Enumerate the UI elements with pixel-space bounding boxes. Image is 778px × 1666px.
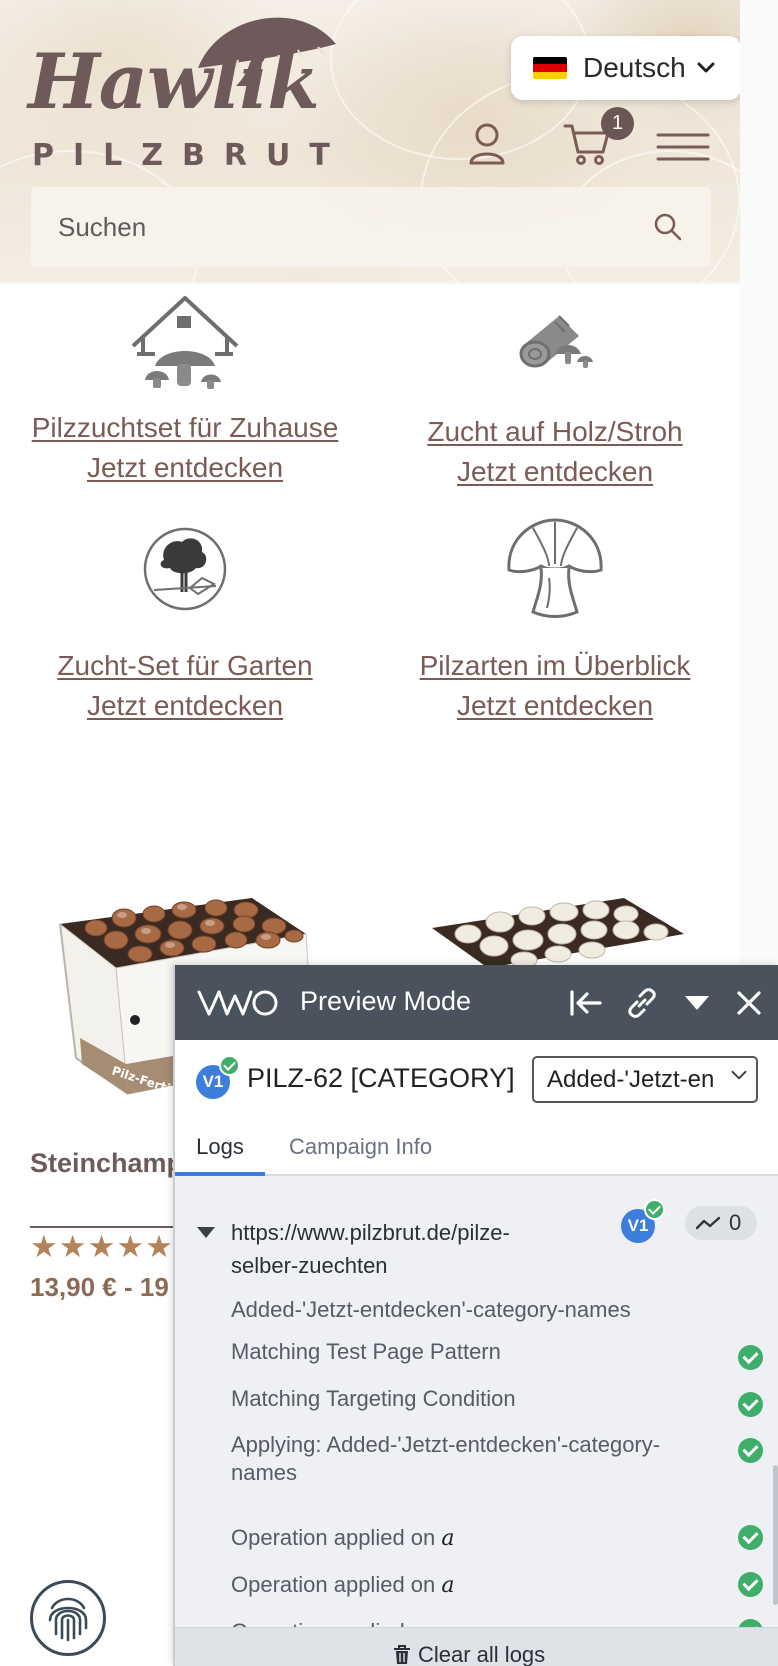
fingerprint-icon: [48, 1597, 88, 1642]
tab-campaign-info[interactable]: Campaign Info: [289, 1124, 432, 1176]
log-entry: Matching Targeting Condition: [231, 1385, 701, 1413]
search-input[interactable]: [31, 187, 631, 267]
menu-icon[interactable]: [656, 132, 710, 162]
variation-select-value: Added-'Jetzt-en: [547, 1066, 715, 1093]
user-icon[interactable]: [468, 123, 506, 165]
log-entry-text: Operation applied on: [231, 1572, 442, 1597]
cart-count-badge: 1: [601, 107, 634, 140]
language-selector[interactable]: Deutsch: [511, 36, 740, 100]
close-icon: [737, 991, 761, 1015]
category-wood-straw: Zucht auf Holz/Stroh Jetzt entdecken: [370, 310, 740, 492]
garden-tree-icon: [143, 527, 227, 611]
log-variation-name: Added-'Jetzt-entdecken'-category-names: [231, 1297, 631, 1322]
vwo-preview-panel: Preview Mode V1 PILZ-62 [CATEGORY] … Add…: [173, 965, 778, 1666]
variation-badge-label: V1: [202, 1072, 224, 1091]
product-title[interactable]: Steinchamp: [30, 1148, 183, 1179]
logo-wordmark: Hawlik: [28, 37, 320, 126]
search-icon[interactable]: [653, 212, 683, 242]
chevron-down-icon: [697, 62, 715, 73]
category-link-home-set[interactable]: Pilzzuchtset für Zuhause: [0, 408, 370, 448]
vwo-tabs: Logs Campaign Info: [175, 1124, 778, 1176]
log-entry-text: Matching Targeting Condition: [231, 1386, 516, 1411]
log-page-url: https://www.pilzbrut.de/pilze-selber-zue…: [231, 1220, 510, 1278]
log-entry-target: a: [441, 1573, 455, 1598]
success-check-icon: [738, 1438, 763, 1463]
check-icon: [644, 1199, 665, 1220]
dock-left-icon: [570, 990, 602, 1016]
dock-left-button[interactable]: [566, 983, 606, 1023]
campaign-name: PILZ-62 [CATEGORY] …: [247, 1063, 519, 1093]
log-entry-target: a: [441, 1526, 455, 1551]
category-link-garden-set[interactable]: Zucht-Set für Garten: [0, 646, 370, 686]
category-home-set: Pilzzuchtset für Zuhause Jetzt entdecken: [0, 294, 370, 488]
link-icon: [628, 988, 656, 1018]
panel-scrollbar-thumb[interactable]: [773, 1465, 778, 1605]
logo-subtitle: PILZBRUT: [32, 138, 349, 173]
success-check-icon: [738, 1392, 763, 1417]
site-logo[interactable]: Hawlik PILZBRUT: [28, 6, 336, 172]
clear-logs-label: Clear all logs: [418, 1642, 546, 1666]
log-mushroom-icon: [519, 315, 593, 368]
category-garden-set: Zucht-Set für Garten Jetzt entdecken: [0, 526, 370, 726]
language-label: Deutsch: [583, 52, 686, 83]
category-cta-garden-set[interactable]: Jetzt entdecken: [0, 686, 370, 726]
log-entry-text: Applying: Added-'Jetzt-entdecken'-catego…: [231, 1432, 661, 1485]
house-mushroom-icon: [131, 296, 239, 389]
success-check-icon: [738, 1345, 763, 1370]
collapse-log-toggle-icon[interactable]: [197, 1227, 215, 1238]
category-link-species[interactable]: Pilzarten im Überblick: [370, 646, 740, 686]
category-cta-species[interactable]: Jetzt entdecken: [370, 686, 740, 726]
product-price: 13,90 € - 19: [30, 1272, 169, 1302]
log-entry-text: Operation applied on: [231, 1525, 442, 1550]
product-image-white-mushroom-box[interactable]: [428, 888, 690, 968]
log-entry-text: Matching Test Page Pattern: [231, 1339, 501, 1364]
trend-icon: [695, 1216, 721, 1230]
trash-icon: [394, 1645, 410, 1664]
log-variation-badge: V1: [621, 1199, 665, 1243]
header-hero: Hawlik PILZBRUT Deutsch 1: [0, 0, 740, 350]
copy-link-button[interactable]: [622, 983, 662, 1023]
success-check-icon: [738, 1525, 763, 1550]
log-entry: Operation applied on a: [231, 1571, 701, 1600]
close-panel-button[interactable]: [729, 983, 769, 1023]
category-cta-wood-straw[interactable]: Jetzt entdecken: [370, 452, 740, 492]
clear-logs-button[interactable]: Clear all logs: [393, 1642, 545, 1666]
vwo-toolbar: Preview Mode: [175, 965, 778, 1040]
category-species: Pilzarten im Überblick Jetzt entdecken: [370, 518, 740, 726]
log-entry: Operation applied on a: [231, 1524, 701, 1553]
campaign-row: V1 PILZ-62 [CATEGORY] … Added-'Jetzt-en: [175, 1040, 778, 1124]
category-cta-home-set[interactable]: Jetzt entdecken: [0, 448, 370, 488]
variation-badge: V1: [196, 1055, 240, 1099]
collapse-panel-button[interactable]: [677, 983, 717, 1023]
mushroom-icon: [507, 518, 603, 618]
category-link-wood-straw[interactable]: Zucht auf Holz/Stroh: [370, 412, 740, 452]
tab-logs[interactable]: Logs: [175, 1124, 265, 1176]
chevron-down-icon: [726, 1068, 748, 1082]
check-icon: [219, 1055, 240, 1076]
log-variation-badge-label: V1: [627, 1216, 649, 1235]
vwo-logo-icon: [197, 990, 278, 1016]
search-bar: [31, 187, 711, 267]
vwo-title: Preview Mode: [300, 986, 472, 1016]
fingerprint-consent-button[interactable]: [30, 1580, 106, 1656]
log-entry: Matching Test Page Pattern: [231, 1338, 701, 1366]
variation-select[interactable]: Added-'Jetzt-en: [532, 1056, 758, 1103]
goal-trend-badge[interactable]: 0: [685, 1206, 757, 1240]
german-flag-icon: [533, 57, 567, 79]
success-check-icon: [738, 1572, 763, 1597]
clear-logs-bar: Clear all logs: [175, 1627, 778, 1666]
goal-trend-count: 0: [729, 1210, 742, 1235]
caret-down-icon: [685, 996, 709, 1010]
product-rating-stars: ★★★★★: [30, 1229, 174, 1264]
log-entry: Applying: Added-'Jetzt-entdecken'-catego…: [231, 1431, 701, 1487]
